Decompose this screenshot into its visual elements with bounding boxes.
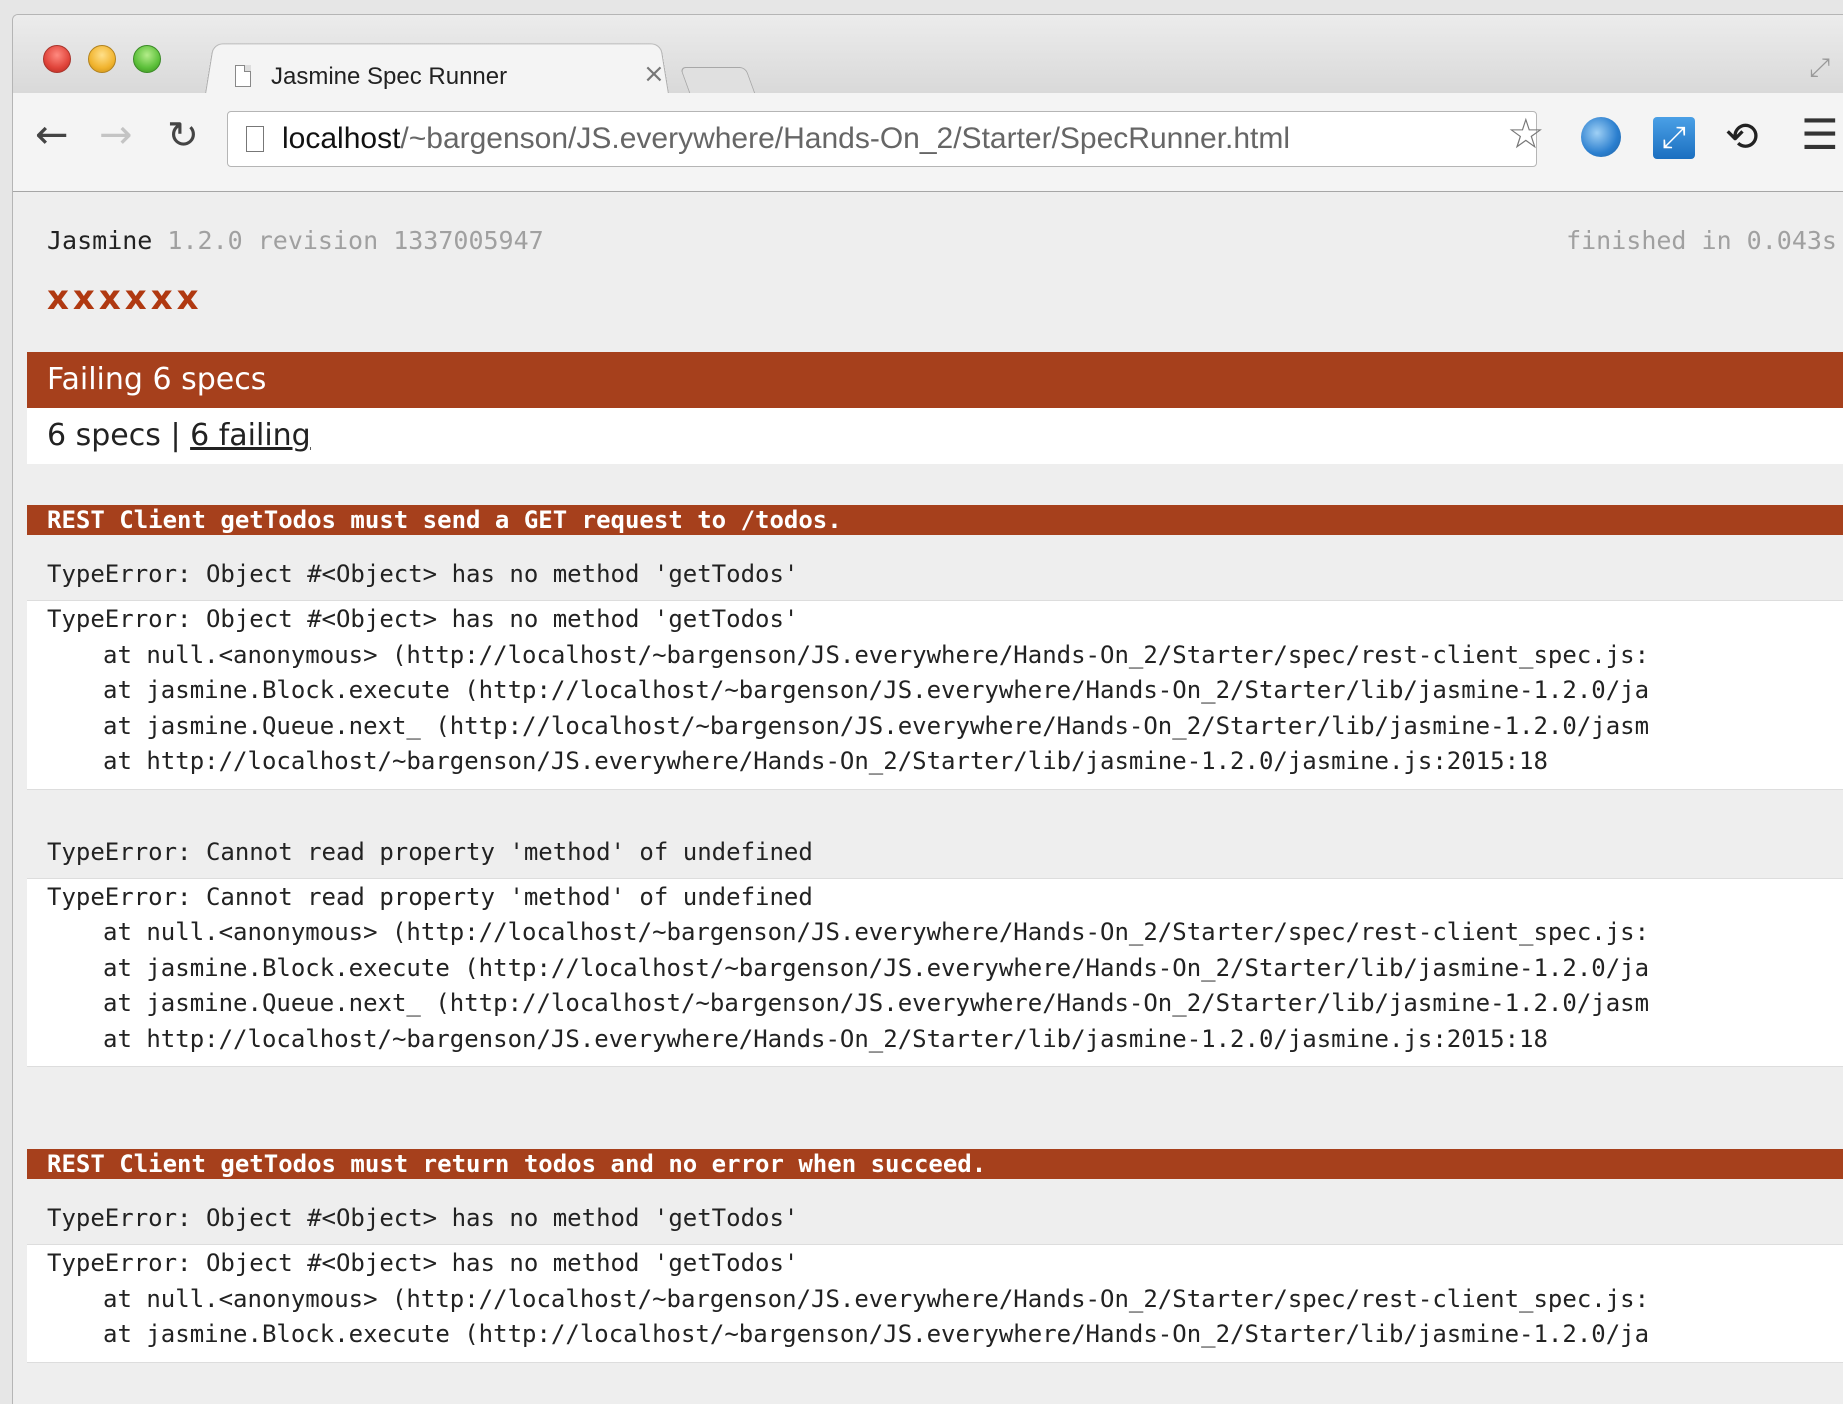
stack-trace-line: at null.<anonymous> (http://localhost/~b… [103,1284,1650,1313]
reload-icon[interactable]: ↻ [167,115,199,155]
result-message: TypeError: Object #<Object> has no metho… [47,1204,799,1232]
duration-text: finished in 0.043s [1566,226,1837,255]
menu-icon[interactable]: ☰ [1801,113,1839,157]
stack-trace-line: TypeError: Object #<Object> has no metho… [47,605,799,633]
spec-header[interactable]: REST Client getTodos must send a GET req… [27,505,1843,535]
symbol-summary: xxxxxx [47,278,203,318]
stack-trace-line: at jasmine.Block.execute (http://localho… [103,676,1650,704]
stack-trace-line: at http://localhost/~bargenson/JS.everyw… [103,747,1548,775]
jasmine-banner: Jasmine 1.2.0 revision 1337005947 finish… [47,226,1837,255]
failing-alert-bar: Failing 6 specs [27,352,1843,408]
stack-trace-line: at jasmine.Block.execute (http://localho… [103,1320,1650,1348]
stack-trace-line: TypeError: Object #<Object> has no metho… [47,1249,799,1277]
stack-trace-line: at null.<anonymous> (http://localhost/~b… [103,640,1650,669]
address-bar[interactable]: localhost/~bargenson/JS.everywhere/Hands… [227,111,1537,167]
stack-trace-line: at jasmine.Queue.next_ (http://localhost… [103,989,1650,1017]
summary-separator: | [170,418,181,453]
browser-window: Jasmine Spec Runner × ⤢ ← → ↻ localhost/… [12,14,1843,1404]
resize-icon[interactable]: ⤢ [1653,117,1695,159]
stack-trace-line: TypeError: Cannot read property 'method'… [47,882,813,911]
minimize-window-button[interactable] [88,45,116,73]
page-content: Jasmine 1.2.0 revision 1337005947 finish… [13,192,1843,1404]
summary-specs: 6 specs [47,418,161,453]
stack-trace: TypeError: Cannot read property 'method'… [27,877,1843,1067]
stack-trace: TypeError: Object #<Object> has no metho… [27,600,1843,790]
stack-trace-line: at null.<anonymous> (http://localhost/~b… [103,918,1650,946]
new-tab-button[interactable] [679,67,757,96]
jasmine-name: Jasmine [47,226,153,255]
spec-header[interactable]: REST Client getTodos must return todos a… [27,1149,1843,1179]
spec-description[interactable]: REST Client getTodos must return todos a… [47,1150,986,1178]
close-tab-icon[interactable]: × [643,59,665,89]
back-arrow-icon[interactable]: ← [35,115,69,155]
tab-jasmine-spec-runner[interactable]: Jasmine Spec Runner × [223,59,665,93]
stack-trace-line: at jasmine.Queue.next_ (http://localhost… [103,711,1650,740]
tab-strip: Jasmine Spec Runner × ⤢ [13,15,1843,96]
spec-description[interactable]: REST Client getTodos must send a GET req… [47,506,842,534]
sync-icon[interactable]: ⟲ [1725,115,1759,159]
summary-text: 6 specs | 6 failing [47,418,311,453]
url-host: localhost [282,122,401,155]
zoom-window-button[interactable] [133,45,161,73]
tab-title: Jasmine Spec Runner [271,63,508,90]
failing-label: Failing 6 specs [47,362,267,397]
star-icon[interactable]: ☆ [1507,111,1545,157]
close-window-button[interactable] [43,45,71,73]
url-path: /~bargenson/JS.everywhere/Hands-On_2/Sta… [400,122,1291,155]
globe-icon[interactable] [1581,117,1621,157]
result-message: TypeError: Cannot read property 'method'… [47,837,813,866]
failing-link[interactable]: 6 failing [190,418,311,453]
stack-trace-line: at http://localhost/~bargenson/JS.everyw… [103,1024,1548,1053]
summary-bar: 6 specs | 6 failing [27,408,1843,464]
stack-trace: TypeError: Object #<Object> has no metho… [27,1244,1843,1363]
page-icon [246,126,264,152]
stack-trace-line: at jasmine.Block.execute (http://localho… [103,953,1650,982]
forward-arrow-icon[interactable]: → [99,115,133,155]
result-message: TypeError: Object #<Object> has no metho… [47,560,799,588]
page-icon [235,65,251,87]
browser-toolbar: ← → ↻ localhost/~bargenson/JS.everywhere… [13,93,1843,192]
jasmine-version: 1.2.0 revision 1337005947 [167,226,544,255]
url-text[interactable]: localhost/~bargenson/JS.everywhere/Hands… [282,122,1290,156]
fullscreen-icon[interactable]: ⤢ [1809,53,1830,84]
